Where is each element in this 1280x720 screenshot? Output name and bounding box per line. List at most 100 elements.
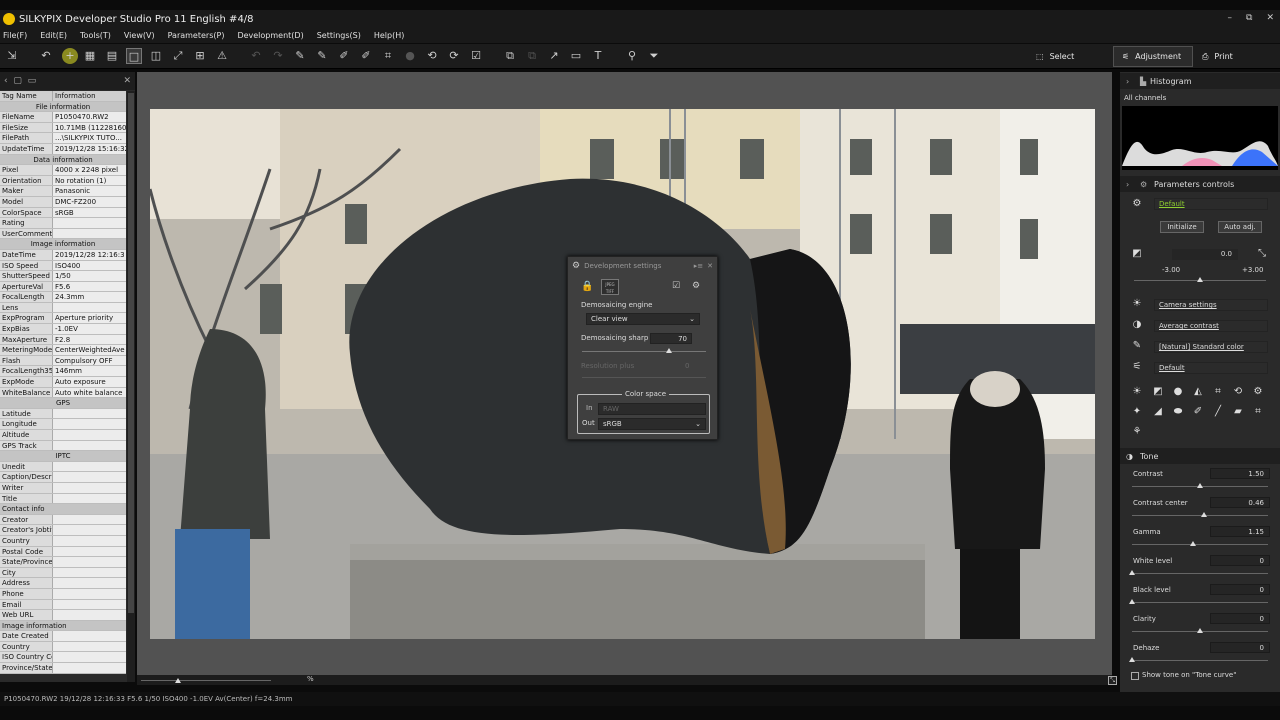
exif-value[interactable]: -1.0EV (53, 324, 126, 334)
tone-slider[interactable] (1132, 628, 1268, 633)
exif-value[interactable]: Aperture priority (53, 313, 126, 324)
parameters-controls-header[interactable]: › ⚙ Parameters controls (1120, 176, 1280, 192)
exif-value[interactable]: F5.6 (53, 281, 126, 292)
tone-tool-icon[interactable]: ☀ (1131, 386, 1143, 397)
close-button[interactable]: ✕ (1266, 10, 1274, 26)
exif-value[interactable] (53, 546, 126, 557)
preset-gear-icon[interactable]: ⚙ (1131, 198, 1143, 209)
mode-print-button[interactable]: ⎙ Print (1194, 46, 1241, 67)
copy-params-icon[interactable]: ⧉ (502, 48, 518, 64)
col-tag-name[interactable]: Tag Name (0, 91, 53, 101)
tone-slider-knob[interactable] (1197, 483, 1203, 488)
demosaic-sharp-field[interactable]: 70 (650, 333, 692, 344)
zoom-slider[interactable] (141, 680, 271, 681)
exif-value[interactable] (53, 557, 126, 567)
exif-value[interactable]: CenterWeightedAve (53, 345, 126, 355)
exif-value[interactable] (53, 228, 126, 239)
exif-value[interactable]: 10.71MB (11228160B (53, 122, 126, 133)
exif-value[interactable]: ...\SILKYPIX TUTO... (53, 133, 126, 143)
lens-tool-icon[interactable]: ⌗ (1212, 386, 1224, 397)
crop-tool-icon[interactable]: ⌗ (1252, 406, 1264, 417)
exif-value[interactable]: 4000 x 2248 pixel (53, 165, 126, 175)
tone-slider-knob[interactable] (1190, 541, 1197, 546)
exif-value[interactable] (53, 408, 126, 419)
demosaic-engine-select[interactable]: Clear view ⌄ (586, 313, 700, 325)
info-scroll-thumb[interactable] (128, 93, 134, 613)
curve-tool-icon[interactable]: ◩ (1152, 386, 1164, 397)
sharpness-preset-select[interactable]: Default (1154, 362, 1268, 374)
exif-value[interactable]: 2019/12/28 12:16:3 (53, 249, 126, 260)
exif-value[interactable]: sRGB (53, 207, 126, 218)
crop-icon[interactable]: ⌗ (380, 48, 396, 64)
noise-tool-icon[interactable]: ✦ (1131, 406, 1143, 417)
compare-icon[interactable]: ◫ (148, 48, 164, 64)
exif-value[interactable] (53, 482, 126, 493)
tone-slider[interactable] (1132, 512, 1268, 517)
fit-window-icon[interactable]: ⤡ (1108, 676, 1117, 685)
tone-slider-knob[interactable] (1201, 512, 1208, 517)
tone-value-field[interactable]: 0 (1210, 555, 1270, 566)
brush-icon[interactable]: ✐ (336, 48, 352, 64)
menu-help[interactable]: Help(H) (374, 31, 405, 40)
tone-slider-knob[interactable] (1129, 657, 1135, 662)
exif-value[interactable] (53, 514, 126, 525)
contrast-preset-select[interactable]: Average contrast (1154, 320, 1268, 332)
exif-value[interactable]: 24.3mm (53, 292, 126, 302)
tab-folder-icon[interactable]: ▭ (28, 76, 37, 86)
filmstrip-icon[interactable]: ▤ (104, 48, 120, 64)
zoom-tool-icon[interactable]: + (62, 48, 78, 64)
col-information[interactable]: Information (53, 91, 126, 101)
exif-value[interactable] (53, 493, 126, 504)
tone-value-field[interactable]: 0.46 (1210, 497, 1270, 508)
tone-slider[interactable] (1129, 657, 1268, 662)
exif-value[interactable] (53, 535, 126, 546)
exif-value[interactable]: Auto white balance (53, 387, 126, 398)
color-space-out-select[interactable]: sRGB ⌄ (598, 418, 706, 430)
lock-icon[interactable]: 🔒 (581, 281, 593, 292)
histogram-header[interactable]: › ▙ Histogram (1120, 73, 1280, 89)
rotate-tool-icon[interactable]: ⟲ (1232, 386, 1244, 397)
brush-tool-icon[interactable]: ✐ (1192, 406, 1204, 417)
funnel-icon[interactable]: ⏷ (646, 48, 662, 64)
tone-value-field[interactable]: 0 (1210, 642, 1270, 653)
exif-value[interactable] (53, 610, 126, 620)
grid-guide-icon[interactable]: ⊞ (192, 48, 208, 64)
undo-icon[interactable]: ↶ (248, 48, 264, 64)
exif-value[interactable]: P1050470.RW2 (53, 112, 126, 122)
show-tone-checkbox[interactable] (1131, 672, 1139, 680)
menu-parameters[interactable]: Parameters(P) (168, 31, 225, 40)
develop-icon[interactable]: ▭ (568, 48, 584, 64)
exif-value[interactable] (53, 631, 126, 641)
dialog-menu-icon[interactable]: ▸≡ (694, 262, 703, 270)
filter-icon[interactable]: ● (402, 48, 418, 64)
single-view-icon[interactable]: □ (126, 48, 142, 64)
tone-header[interactable]: ◑ Tone (1120, 448, 1280, 464)
info-scrollbar[interactable] (127, 91, 135, 682)
exif-value[interactable]: ISO400 (53, 260, 126, 271)
panel-close-icon[interactable]: ✕ (123, 76, 131, 86)
grid-view-icon[interactable]: ▦ (82, 48, 98, 64)
exposure-knob[interactable] (1197, 277, 1203, 282)
menu-settings[interactable]: Settings(S) (317, 31, 361, 40)
menu-development[interactable]: Development(D) (237, 31, 303, 40)
resolution-plus-slider[interactable] (582, 377, 706, 378)
exposure-field[interactable]: 0.0 (1172, 249, 1238, 260)
dialog-close-icon[interactable]: ✕ (707, 262, 713, 270)
spot-tool-icon[interactable]: ⚘ (1131, 426, 1143, 437)
paste-params-icon[interactable]: ⧉ (524, 48, 540, 64)
tone-slider-knob[interactable] (1129, 599, 1135, 604)
exif-value[interactable] (53, 578, 126, 588)
exif-value[interactable]: Compulsory OFF (53, 355, 126, 366)
preset-select[interactable]: Default (1154, 198, 1268, 210)
tone-slider[interactable] (1132, 541, 1268, 546)
tone-value-field[interactable]: 1.15 (1210, 526, 1270, 537)
exif-value[interactable] (53, 461, 126, 472)
minimize-button[interactable]: – (1228, 10, 1233, 26)
exif-value[interactable] (53, 472, 126, 482)
jpeg-tiff-badge[interactable]: JPEG TIFF (601, 279, 619, 295)
exif-value[interactable]: No rotation (1) (53, 175, 126, 186)
exif-value[interactable]: DMC-FZ200 (53, 196, 126, 207)
back-icon[interactable]: ↶ (38, 48, 54, 64)
collapse-arrow-icon[interactable]: › (1126, 77, 1129, 86)
collapse-arrow-icon[interactable]: › (1126, 180, 1129, 189)
